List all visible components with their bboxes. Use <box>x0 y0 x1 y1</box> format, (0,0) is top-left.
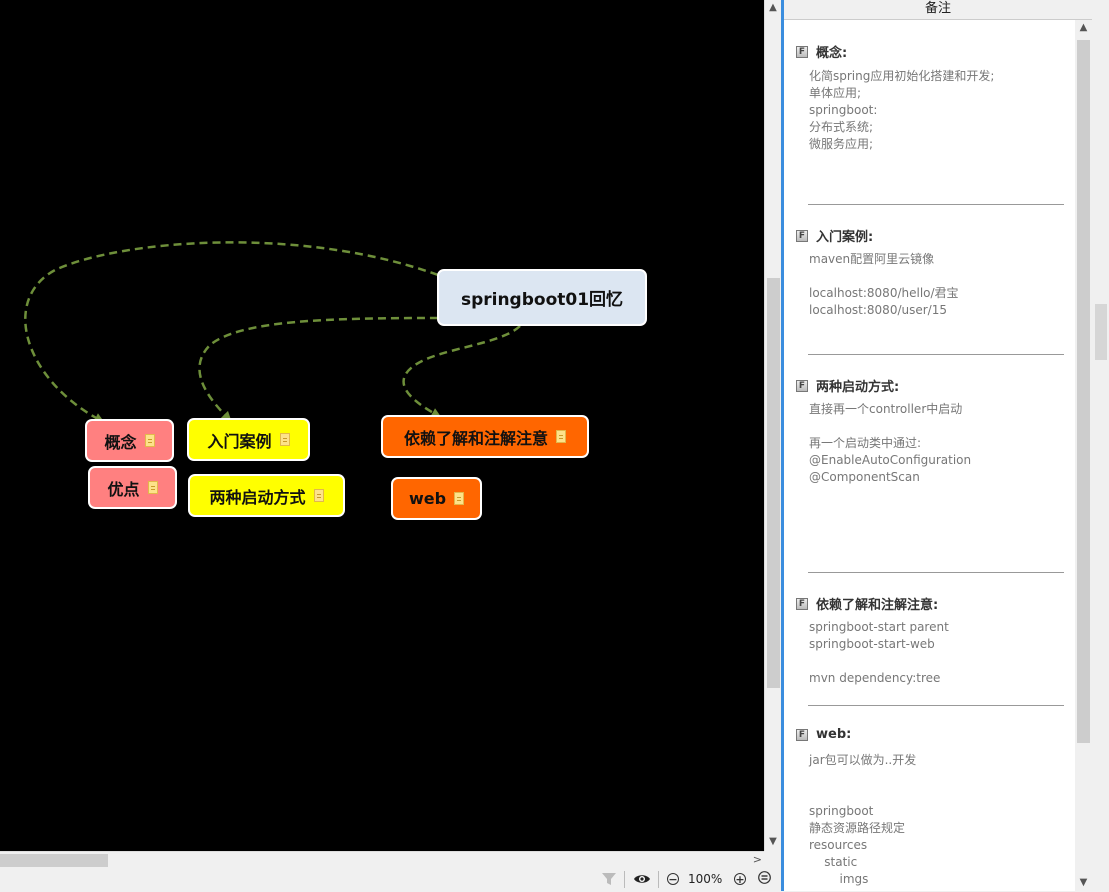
scroll-thumb[interactable] <box>767 278 780 688</box>
note-line: springboot: <box>809 103 878 117</box>
note-line: 静态资源路径规定 <box>809 821 906 835</box>
zoom-level: 100% <box>688 872 723 886</box>
section-divider <box>808 705 1064 706</box>
note-line: resources <box>809 838 868 852</box>
notes-panel-title: 备注 <box>784 0 1092 20</box>
scroll-down-arrow-icon[interactable]: ▼ <box>765 834 781 850</box>
note-line: springboot <box>809 804 874 818</box>
notes-vertical-scrollbar[interactable]: ▲ ▼ <box>1075 20 1092 891</box>
node-gainian[interactable]: 概念 <box>85 419 174 462</box>
note-icon <box>454 492 465 505</box>
zoom-out-icon[interactable]: − <box>667 871 679 888</box>
note-section-title-text: 概念: <box>816 46 848 61</box>
note-line: 单体应用; <box>809 86 862 100</box>
note-icon <box>147 481 158 494</box>
scroll-thumb[interactable] <box>1095 304 1107 360</box>
section-divider <box>808 204 1064 205</box>
note-section-title: F 概念: <box>796 42 847 61</box>
scroll-thumb[interactable] <box>1077 40 1090 743</box>
section-divider <box>808 572 1064 573</box>
format-icon: F <box>796 45 808 58</box>
note-line: imgs <box>809 872 869 886</box>
note-line: 分布式系统; <box>809 120 874 134</box>
scroll-thumb[interactable] <box>0 854 108 867</box>
note-line: 微服务应用; <box>809 137 874 151</box>
scroll-down-arrow-icon[interactable]: ▼ <box>1075 875 1092 891</box>
menu-icon[interactable] <box>758 871 771 888</box>
node-youdian[interactable]: 优点 <box>88 466 177 509</box>
eye-icon[interactable] <box>633 871 651 888</box>
note-line: 直接再一个controller中启动 <box>809 402 963 416</box>
note-line: maven配置阿里云镜像 <box>809 252 935 266</box>
note-section-title-text: web: <box>816 727 852 742</box>
link-rumen <box>198 316 439 422</box>
note-line: localhost:8080/hello/君宝 <box>809 286 959 300</box>
notes-body[interactable]: F 概念: 化简spring应用初始化搭建和开发; 单体应用; springboot: 分… <box>784 20 1075 891</box>
node-label: 优点 <box>107 479 140 499</box>
scroll-right-arrow-icon[interactable]: > <box>753 852 762 868</box>
node-label: web <box>408 489 447 508</box>
scroll-up-arrow-icon[interactable]: ▲ <box>1075 20 1092 36</box>
note-icon <box>556 430 566 443</box>
canvas-horizontal-scrollbar[interactable]: > <box>0 851 764 868</box>
note-icon <box>144 434 155 447</box>
link-gainian <box>24 241 439 423</box>
note-line: 化简spring应用初始化搭建和开发; <box>809 69 995 83</box>
scroll-up-arrow-icon[interactable]: ▲ <box>765 0 781 16</box>
mindmap-canvas[interactable]: springboot01回忆 概念 优点 入门案例 两种启动方式 依赖了解和注解… <box>0 0 764 851</box>
note-line: 再一个启动类中通过: <box>809 436 922 450</box>
node-yilai[interactable]: 依赖了解和注解注意 <box>381 415 589 458</box>
note-line: jar包可以做为..开发 <box>809 753 917 767</box>
note-section-title-text: 依赖了解和注解注意: <box>816 598 939 613</box>
format-icon: F <box>796 229 808 242</box>
note-line: @EnableAutoConfiguration <box>809 453 972 467</box>
note-icon <box>279 433 290 446</box>
filter-icon[interactable] <box>601 871 617 888</box>
node-label: 概念 <box>104 432 137 452</box>
node-qidong[interactable]: 两种启动方式 <box>188 474 345 517</box>
format-icon: F <box>796 728 808 741</box>
note-section-title: F 依赖了解和注解注意: <box>796 594 938 613</box>
outer-scrollbar[interactable] <box>1092 0 1109 891</box>
note-line: springboot-start parent <box>809 620 949 634</box>
node-label: 入门案例 <box>207 431 272 451</box>
note-line: localhost:8080/user/15 <box>809 303 947 317</box>
format-icon: F <box>796 597 808 610</box>
root-node[interactable]: springboot01回忆 <box>437 269 647 326</box>
root-node-label: springboot01回忆 <box>460 290 624 310</box>
note-line: @ComponentScan <box>809 470 920 484</box>
node-rumen[interactable]: 入门案例 <box>187 418 310 461</box>
note-line: mvn dependency:tree <box>809 671 941 685</box>
note-section-title-text: 入门案例: <box>816 230 874 245</box>
note-line: static <box>809 855 858 869</box>
canvas-vertical-scrollbar[interactable]: ▲ ▼ <box>764 0 781 851</box>
note-line: springboot-start-web <box>809 637 935 651</box>
note-section-title: F 入门案例: <box>796 226 873 245</box>
note-section-title: F 两种启动方式: <box>796 376 899 395</box>
note-section-title-text: 两种启动方式: <box>816 380 900 395</box>
node-label: 两种启动方式 <box>209 487 306 507</box>
zoom-in-icon[interactable]: + <box>734 871 746 888</box>
note-section-title: Fweb: <box>796 727 851 742</box>
status-bar: − 100% + <box>0 868 781 891</box>
note-icon <box>313 489 324 502</box>
format-icon: F <box>796 379 808 392</box>
section-divider <box>808 354 1064 355</box>
link-yilai <box>402 325 521 418</box>
node-label: 依赖了解和注解注意 <box>403 428 548 448</box>
node-web[interactable]: web <box>391 477 482 520</box>
notes-panel: 备注 F 概念: 化简spring应用初始化搭建和开发; 单体应用; springboo… <box>784 0 1109 891</box>
